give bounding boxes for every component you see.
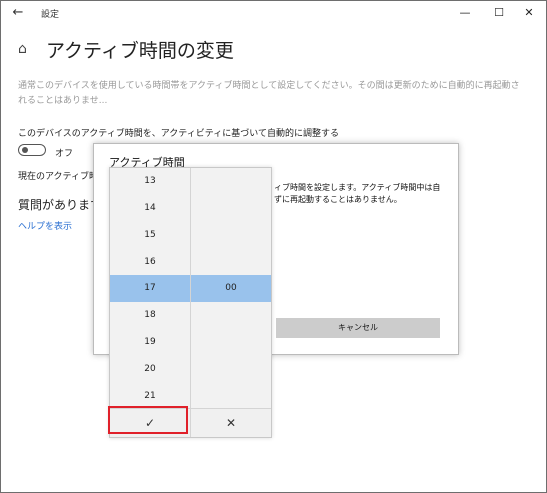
minimize-icon[interactable]: — xyxy=(448,1,482,25)
hour-option[interactable]: 18 xyxy=(110,302,190,329)
dismiss-x-icon[interactable]: ✕ xyxy=(190,409,271,437)
toggle-state-label: オフ xyxy=(55,149,74,159)
minute-option-selected[interactable]: 00 xyxy=(191,275,271,302)
toggle-knob xyxy=(22,147,28,153)
page-description: 通常このデバイスを使用している時間帯をアクティブ時間として設定してください。その… xyxy=(18,81,520,106)
hour-column[interactable]: 13 14 15 16 17 18 19 20 21 xyxy=(110,168,190,408)
minute-column[interactable]: 00 xyxy=(190,168,271,408)
time-picker: 13 14 15 16 17 18 19 20 21 00 ✓ ✕ xyxy=(109,167,272,438)
auto-adjust-label: このデバイスのアクティブ時間を、アクティビティに基づいて自動的に調整する xyxy=(18,129,339,139)
settings-window: ← 設定 — ☐ ✕ ⌂ アクティブ時間の変更 通常このデバイスを使用している時… xyxy=(0,0,547,493)
title-bar: ← 設定 — ☐ ✕ xyxy=(1,1,546,25)
hour-option[interactable]: 13 xyxy=(110,168,190,195)
page-title: アクティブ時間の変更 xyxy=(46,40,234,62)
hour-option[interactable]: 15 xyxy=(110,222,190,249)
cancel-button[interactable]: キャンセル xyxy=(276,318,440,338)
dialog-body: ィブ時間を設定します。アクティブ時間中は自ずに再起動することはありません。 xyxy=(274,183,441,204)
hour-option[interactable]: 20 xyxy=(110,356,190,383)
hour-option[interactable]: 14 xyxy=(110,195,190,222)
back-arrow-icon[interactable]: ← xyxy=(9,4,27,22)
hour-option[interactable]: 16 xyxy=(110,249,190,276)
close-icon[interactable]: ✕ xyxy=(512,1,546,25)
auto-adjust-toggle[interactable] xyxy=(18,144,46,156)
hour-option-selected[interactable]: 17 xyxy=(110,275,190,302)
questions-heading: 質問があります xyxy=(18,198,103,212)
app-title: 設定 xyxy=(41,10,60,20)
help-link[interactable]: ヘルプを表示 xyxy=(18,219,72,232)
home-icon[interactable]: ⌂ xyxy=(18,41,34,57)
hour-option[interactable]: 19 xyxy=(110,329,190,356)
accept-highlight-box xyxy=(108,406,188,434)
maximize-icon[interactable]: ☐ xyxy=(482,1,516,25)
